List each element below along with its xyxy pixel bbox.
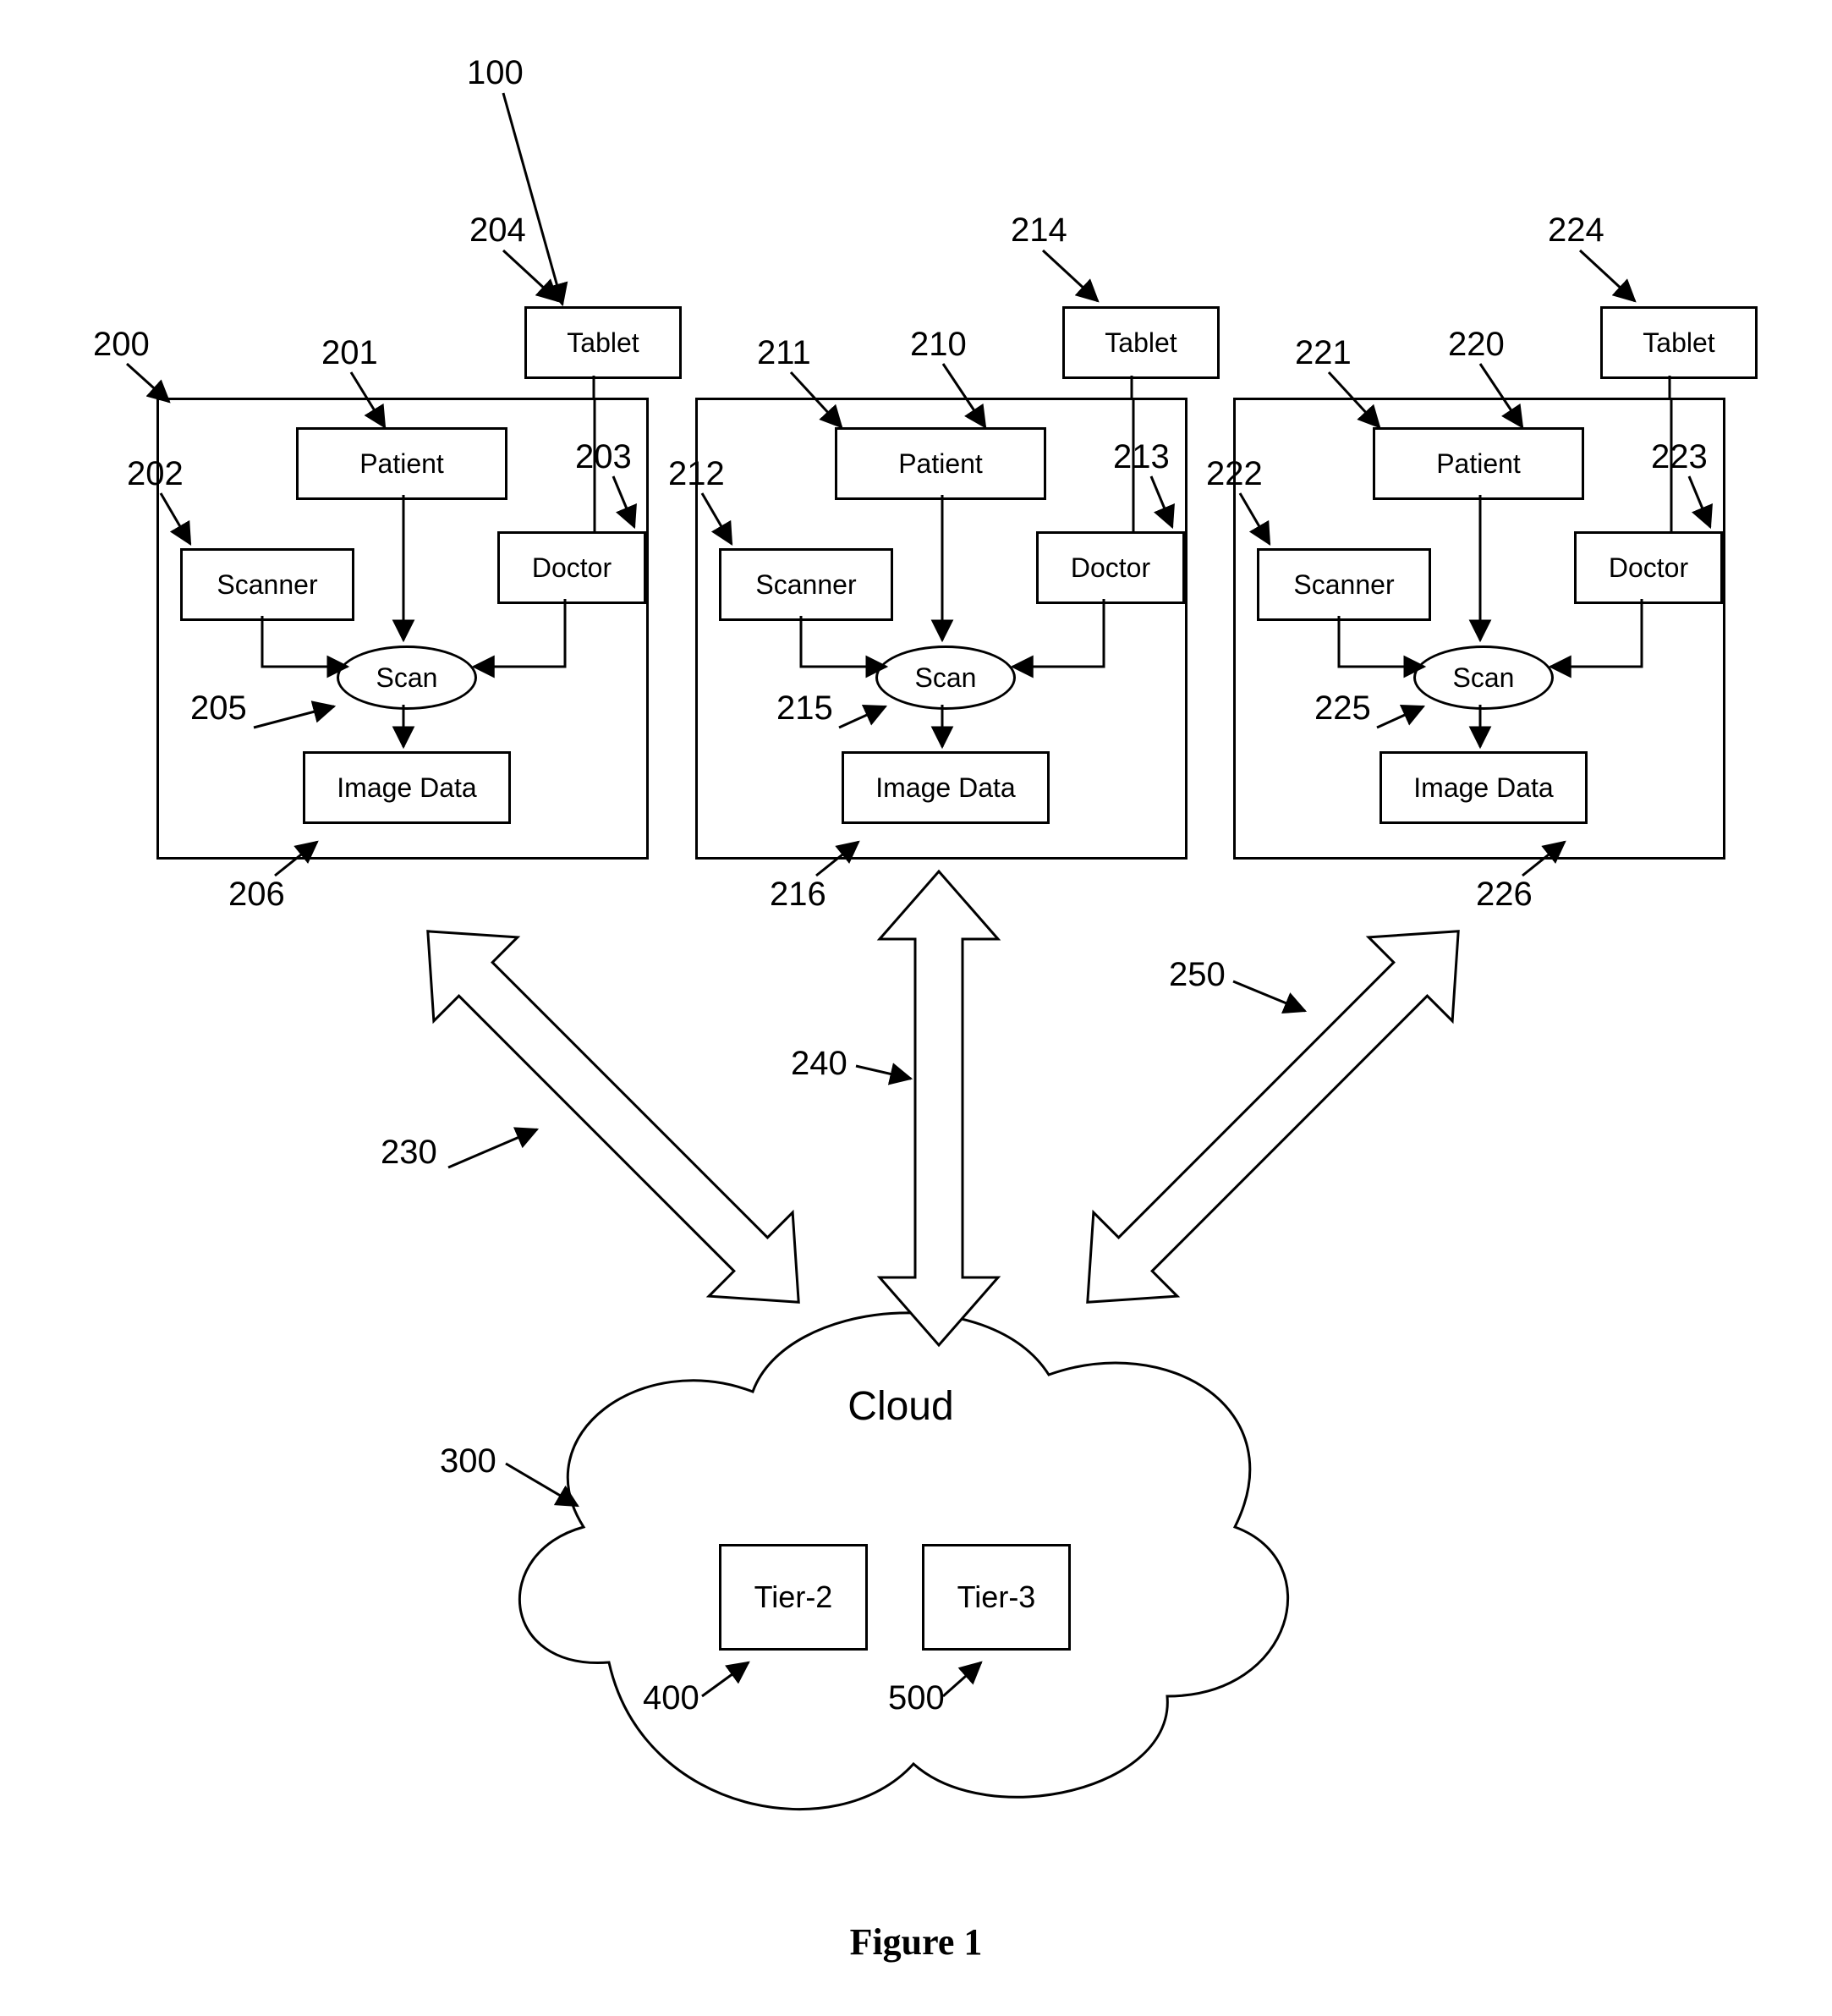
doctor-box-A: Doctor [497, 531, 646, 604]
doctor-box-B: Doctor [1036, 531, 1185, 604]
leader-204 [499, 250, 567, 318]
imagedata-box-C: Image Data [1379, 751, 1588, 824]
scanner-box-B: Scanner [719, 548, 893, 621]
ref-204: 204 [469, 211, 526, 250]
ref-215: 215 [776, 689, 833, 728]
leader-300 [506, 1455, 590, 1519]
conn-tabletC-site [1668, 376, 1671, 398]
ref-230: 230 [381, 1134, 437, 1172]
ref-200: 200 [93, 326, 150, 364]
conn-tabletA-site [592, 376, 595, 398]
ref-212: 212 [668, 455, 725, 493]
conn-scanner-scan-C [1333, 616, 1434, 684]
ref-300: 300 [440, 1442, 496, 1480]
conn-doctor-scan-B [1002, 599, 1121, 684]
ref-201: 201 [321, 334, 378, 372]
ref-400: 400 [643, 1679, 699, 1717]
ref-221: 221 [1295, 334, 1352, 372]
diagram-canvas: Tablet Tablet Tablet Patient Scanner Doc… [0, 0, 1832, 2016]
ref-211: 211 [757, 334, 811, 372]
conn-doctor-scan-C [1540, 599, 1659, 684]
leader-200 [123, 364, 182, 415]
leader-203 [609, 476, 651, 540]
ref-222: 222 [1206, 455, 1263, 493]
leader-240 [856, 1053, 924, 1087]
leader-223 [1685, 476, 1727, 540]
conn-scan-imagedata-A [398, 705, 409, 755]
ref-225: 225 [1314, 689, 1371, 728]
ref-240: 240 [791, 1045, 847, 1083]
ref-214: 214 [1011, 211, 1067, 250]
ref-203: 203 [575, 438, 632, 476]
leader-221 [1325, 372, 1392, 440]
scanner-box-C: Scanner [1257, 548, 1431, 621]
leader-222 [1236, 493, 1282, 557]
leader-225 [1377, 702, 1436, 736]
ref-205: 205 [190, 689, 247, 728]
patient-box-A: Patient [296, 427, 507, 500]
double-arrow-A-cloud [393, 871, 833, 1362]
leader-212 [698, 493, 744, 557]
ref-213: 213 [1113, 438, 1170, 476]
leader-211 [787, 372, 854, 440]
doctor-box-C: Doctor [1574, 531, 1723, 604]
ref-500: 500 [888, 1679, 945, 1717]
conn-scan-imagedata-C [1474, 705, 1486, 755]
leader-224 [1576, 250, 1643, 318]
ref-223: 223 [1651, 438, 1708, 476]
cloud-label: Cloud [474, 1383, 1328, 1430]
leader-210 [939, 364, 998, 440]
leader-206 [271, 838, 330, 884]
scanner-box-A: Scanner [180, 548, 354, 621]
imagedata-box-A: Image Data [303, 751, 511, 824]
leader-250 [1233, 977, 1318, 1024]
double-arrow-C-cloud [1053, 871, 1493, 1362]
conn-scanner-scan-B [795, 616, 897, 684]
leader-215 [839, 702, 898, 736]
tier2-box: Tier-2 [719, 1544, 868, 1651]
leader-213 [1147, 476, 1189, 540]
leader-400 [702, 1658, 761, 1705]
leader-202 [156, 493, 203, 557]
figure-caption: Figure 1 [0, 1920, 1832, 1964]
leader-226 [1518, 838, 1577, 884]
conn-patient-scan-A [398, 495, 409, 647]
ref-220: 220 [1448, 326, 1505, 364]
leader-205 [254, 702, 347, 736]
leader-220 [1476, 364, 1535, 440]
ref-250: 250 [1169, 956, 1226, 994]
leader-201 [347, 372, 398, 440]
conn-tabletB-site [1130, 376, 1133, 398]
ref-210: 210 [910, 326, 967, 364]
tier3-box: Tier-3 [922, 1544, 1071, 1651]
leader-216 [812, 838, 871, 884]
imagedata-box-B: Image Data [842, 751, 1050, 824]
conn-doctor-scan-A [463, 599, 582, 684]
ref-100: 100 [467, 54, 524, 92]
leader-500 [939, 1658, 994, 1705]
conn-patient-scan-C [1474, 495, 1486, 647]
conn-scan-imagedata-B [936, 705, 948, 755]
double-arrow-B-cloud [854, 871, 1023, 1345]
ref-224: 224 [1548, 211, 1604, 250]
ref-202: 202 [127, 455, 184, 493]
conn-scanner-scan-A [256, 616, 358, 684]
leader-214 [1039, 250, 1106, 318]
leader-230 [448, 1125, 550, 1176]
conn-patient-scan-B [936, 495, 948, 647]
